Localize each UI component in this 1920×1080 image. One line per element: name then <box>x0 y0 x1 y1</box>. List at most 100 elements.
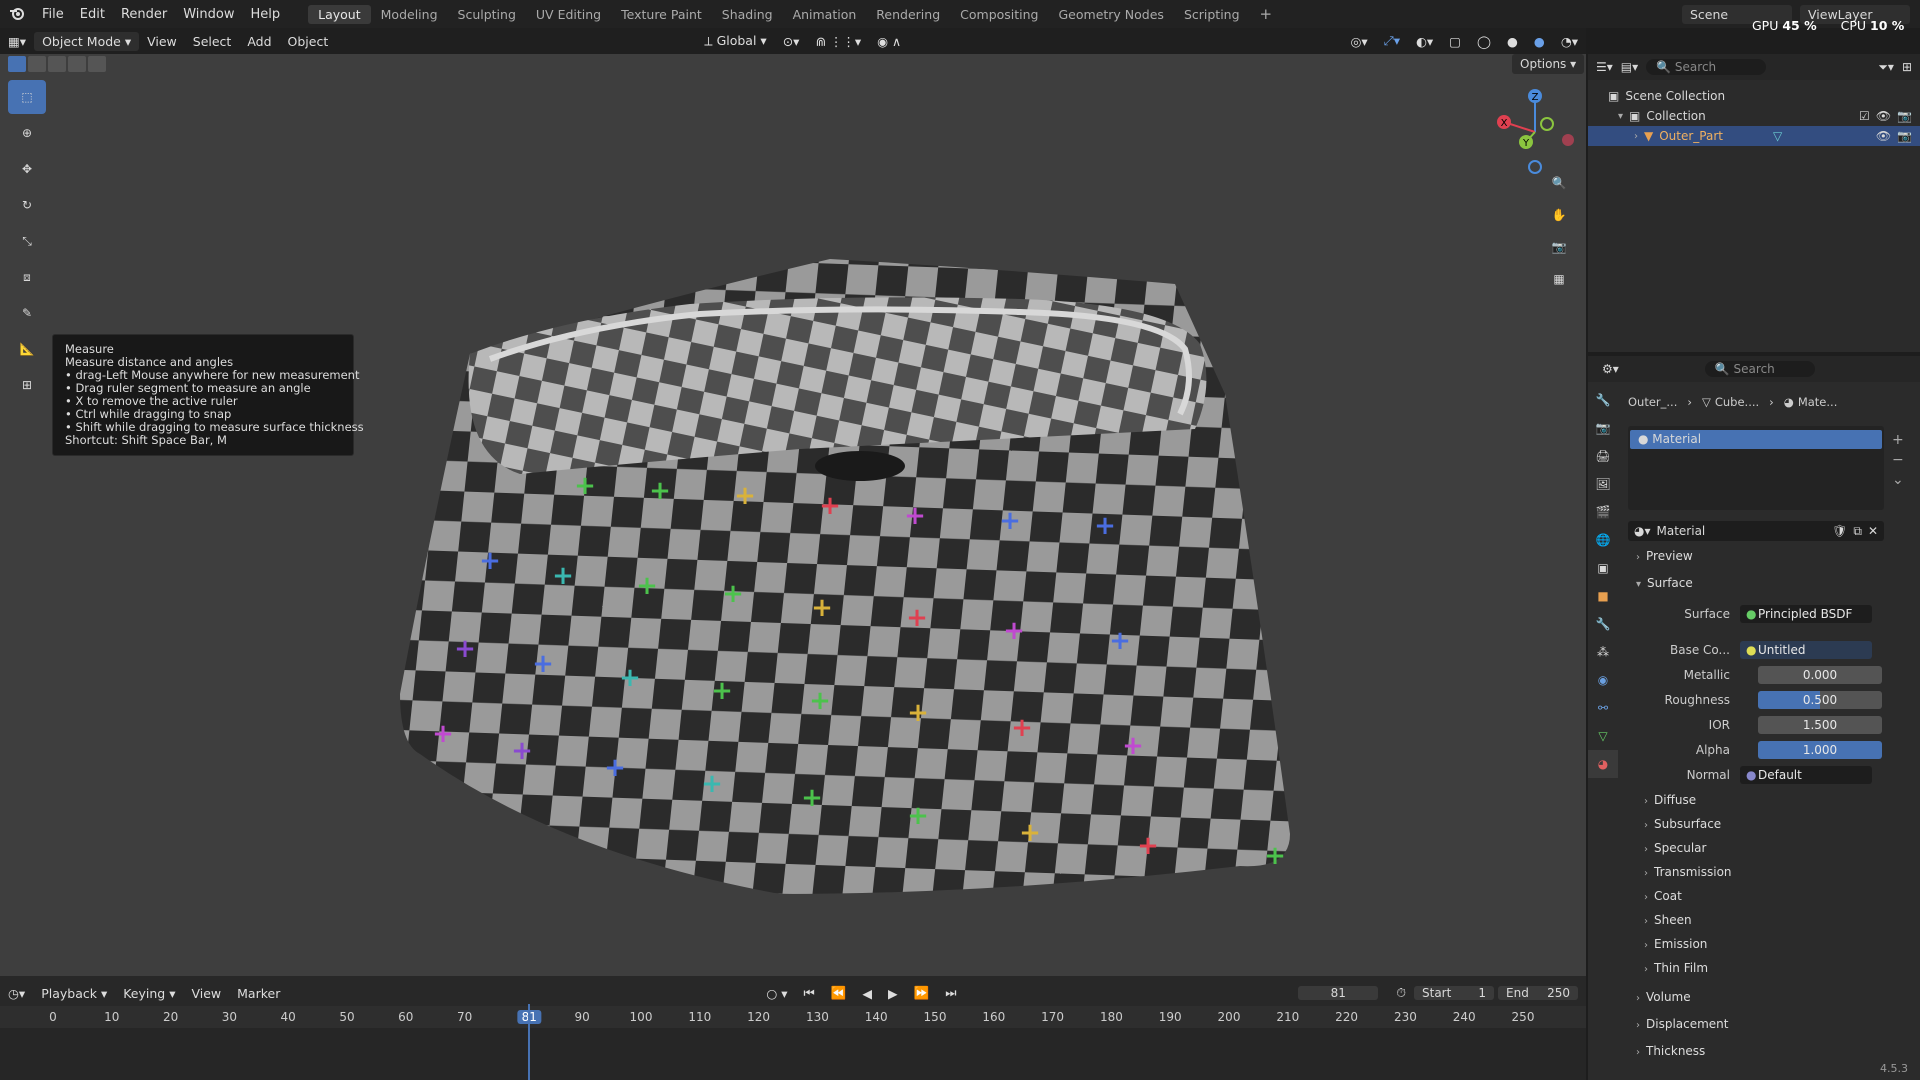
menu-edit[interactable]: Edit <box>72 7 113 22</box>
tab-layout[interactable]: Layout <box>308 4 371 24</box>
add-slot-icon[interactable]: + <box>1892 430 1904 450</box>
outliner-scene-collection[interactable]: ▣ Scene Collection <box>1588 86 1920 106</box>
emission-subpanel[interactable]: › Emission <box>1644 937 1707 951</box>
mode-selector[interactable]: Object Mode ▾ <box>34 31 140 51</box>
material-datablock[interactable]: ◕▾ Material 🛡 ⧉ ✕ <box>1628 521 1884 541</box>
end-frame-field[interactable]: End 250 <box>1498 986 1578 1000</box>
display-mode-icon[interactable]: ▤▾ <box>1621 60 1638 74</box>
particles-tab-icon[interactable]: ⁂ <box>1588 638 1618 666</box>
normal-field[interactable]: ● Default <box>1740 766 1872 784</box>
orientation-selector[interactable]: ⟂ Global ▾ <box>696 33 774 49</box>
surface-panel-header[interactable]: ▾ Surface <box>1636 576 1693 590</box>
navigation-gizmo[interactable]: Z X Y <box>1490 82 1580 182</box>
gizmo-toggle-icon[interactable]: ⤢▾ <box>1376 33 1408 49</box>
snap-icon[interactable]: ⋒ ⋮⋮▾ <box>807 34 869 49</box>
timeline-tracks[interactable] <box>0 1028 1586 1080</box>
world-tab-icon[interactable]: 🌐 <box>1588 526 1618 554</box>
metallic-field[interactable]: 0.000 <box>1758 666 1882 684</box>
breadcrumb-object[interactable]: Outer_... <box>1628 395 1677 409</box>
thin-film-subpanel[interactable]: › Thin Film <box>1644 961 1708 975</box>
pan-hand-icon[interactable]: ✋ <box>1546 200 1572 230</box>
options-button[interactable]: Options ▾ <box>1512 54 1585 74</box>
jump-end-icon[interactable]: ⏭ <box>937 985 964 1001</box>
slot-menu-icon[interactable]: ⌄ <box>1892 470 1904 490</box>
camera-render-icon[interactable]: 📷 <box>1897 129 1912 143</box>
tab-rendering[interactable]: Rendering <box>866 5 950 24</box>
diffuse-subpanel[interactable]: › Diffuse <box>1644 793 1696 807</box>
playhead[interactable] <box>528 1004 530 1080</box>
rotate-icon[interactable]: ↻ <box>8 188 46 222</box>
next-keyframe-icon[interactable]: ⏩ <box>906 985 938 1001</box>
add-cube-icon[interactable]: ⊞ <box>8 368 46 402</box>
outliner-search[interactable]: 🔍 Search <box>1646 59 1767 75</box>
shading-solid-icon[interactable]: ● <box>1499 34 1526 49</box>
ior-field[interactable]: 1.500 <box>1758 716 1882 734</box>
keying-menu[interactable]: Keying ▾ <box>115 986 183 1001</box>
properties-editor-icon[interactable]: ⚙▾ <box>1602 362 1619 376</box>
marker-menu[interactable]: Marker <box>229 986 288 1001</box>
shading-material-icon[interactable]: ● <box>1526 34 1553 49</box>
fake-user-icon[interactable]: 🛡 <box>1832 524 1847 538</box>
menu-help[interactable]: Help <box>243 7 289 22</box>
prev-keyframe-icon[interactable]: ⏪ <box>823 985 855 1001</box>
play-icon[interactable]: ▶ <box>880 986 906 1001</box>
menu-object[interactable]: Object <box>280 34 337 49</box>
timeline-editor-icon[interactable]: ◷▾ <box>0 986 33 1001</box>
pivot-icon[interactable]: ⊙▾ <box>775 34 808 49</box>
subsurface-subpanel[interactable]: › Subsurface <box>1644 817 1721 831</box>
output-tab-icon[interactable]: 🖨 <box>1588 442 1618 470</box>
scene-tab-icon[interactable]: 🎬 <box>1588 498 1618 526</box>
new-collection-icon[interactable]: ⊞ <box>1902 60 1912 74</box>
modifier-tab-icon[interactable]: 🔧 <box>1588 610 1618 638</box>
tab-geometry-nodes[interactable]: Geometry Nodes <box>1049 5 1174 24</box>
transmission-subpanel[interactable]: › Transmission <box>1644 865 1732 879</box>
breadcrumb-material[interactable]: Mate... <box>1798 395 1838 409</box>
tab-modeling[interactable]: Modeling <box>371 5 448 24</box>
select-extend-icon[interactable] <box>28 56 46 72</box>
clock-icon[interactable]: ⏱ <box>1388 985 1414 1001</box>
specular-subpanel[interactable]: › Specular <box>1644 841 1706 855</box>
menu-add[interactable]: Add <box>239 34 279 49</box>
properties-search[interactable]: 🔍 Search <box>1704 361 1815 377</box>
collection-tab-icon[interactable]: ▣ <box>1588 554 1618 582</box>
select-box-icon[interactable]: ⬚ <box>8 80 46 114</box>
3d-viewport[interactable]: + + + + + + + + + + + + + + + + + + + + + + + + + + +… <box>0 54 1586 976</box>
eye-icon[interactable]: 👁 <box>1876 129 1891 143</box>
unlink-material-icon[interactable]: ✕ <box>1868 524 1878 538</box>
camera-render-icon[interactable]: 📷 <box>1897 109 1912 123</box>
tab-texture-paint[interactable]: Texture Paint <box>611 5 712 24</box>
shading-rendered-icon[interactable]: ◔▾ <box>1553 34 1586 49</box>
xray-icon[interactable]: ▢ <box>1441 34 1469 49</box>
physics-tab-icon[interactable]: ◉ <box>1588 666 1618 694</box>
select-new-icon[interactable] <box>8 56 26 72</box>
coat-subpanel[interactable]: › Coat <box>1644 889 1682 903</box>
menu-render[interactable]: Render <box>113 7 175 22</box>
tab-animation[interactable]: Animation <box>783 5 867 24</box>
roughness-field[interactable]: 0.500 <box>1758 691 1882 709</box>
material-slot[interactable]: ● Material <box>1630 430 1882 449</box>
move-icon[interactable]: ✥ <box>8 152 46 186</box>
visibility-icon[interactable]: ◎▾ <box>1343 34 1376 49</box>
browse-material-icon[interactable]: ◕▾ <box>1634 524 1651 538</box>
add-workspace-icon[interactable]: + <box>1250 3 1283 25</box>
data-tab-icon[interactable]: ▽ <box>1588 722 1618 750</box>
surface-shader-field[interactable]: ● Principled BSDF <box>1740 605 1872 623</box>
displacement-panel[interactable]: › Displacement <box>1636 1017 1729 1031</box>
editor-type-icon[interactable]: ▦▾ <box>0 34 34 49</box>
view-layer-tab-icon[interactable]: 🖼 <box>1588 470 1618 498</box>
outliner-collection[interactable]: ▾ ▣ Collection ☑ 👁 📷 <box>1588 106 1920 126</box>
cursor-icon[interactable]: ⊕ <box>8 116 46 150</box>
tool-tab-icon[interactable]: 🔧 <box>1588 386 1618 414</box>
measure-icon[interactable]: 📐 <box>8 332 46 366</box>
outliner-object-row[interactable]: › ▼ Outer_Part ▽ 👁 📷 <box>1588 126 1920 146</box>
select-invert-icon[interactable] <box>68 56 86 72</box>
playback-menu[interactable]: Playback ▾ <box>33 986 115 1001</box>
jump-start-icon[interactable]: ⏮ <box>796 985 823 1001</box>
timeline-view-menu[interactable]: View <box>183 986 229 1001</box>
sheen-subpanel[interactable]: › Sheen <box>1644 913 1692 927</box>
remove-slot-icon[interactable]: − <box>1892 450 1904 470</box>
overlay-icon[interactable]: ◐▾ <box>1408 34 1441 49</box>
constraints-tab-icon[interactable]: ⚯ <box>1588 694 1618 722</box>
menu-window[interactable]: Window <box>175 7 242 22</box>
start-frame-field[interactable]: Start 1 <box>1414 986 1494 1000</box>
